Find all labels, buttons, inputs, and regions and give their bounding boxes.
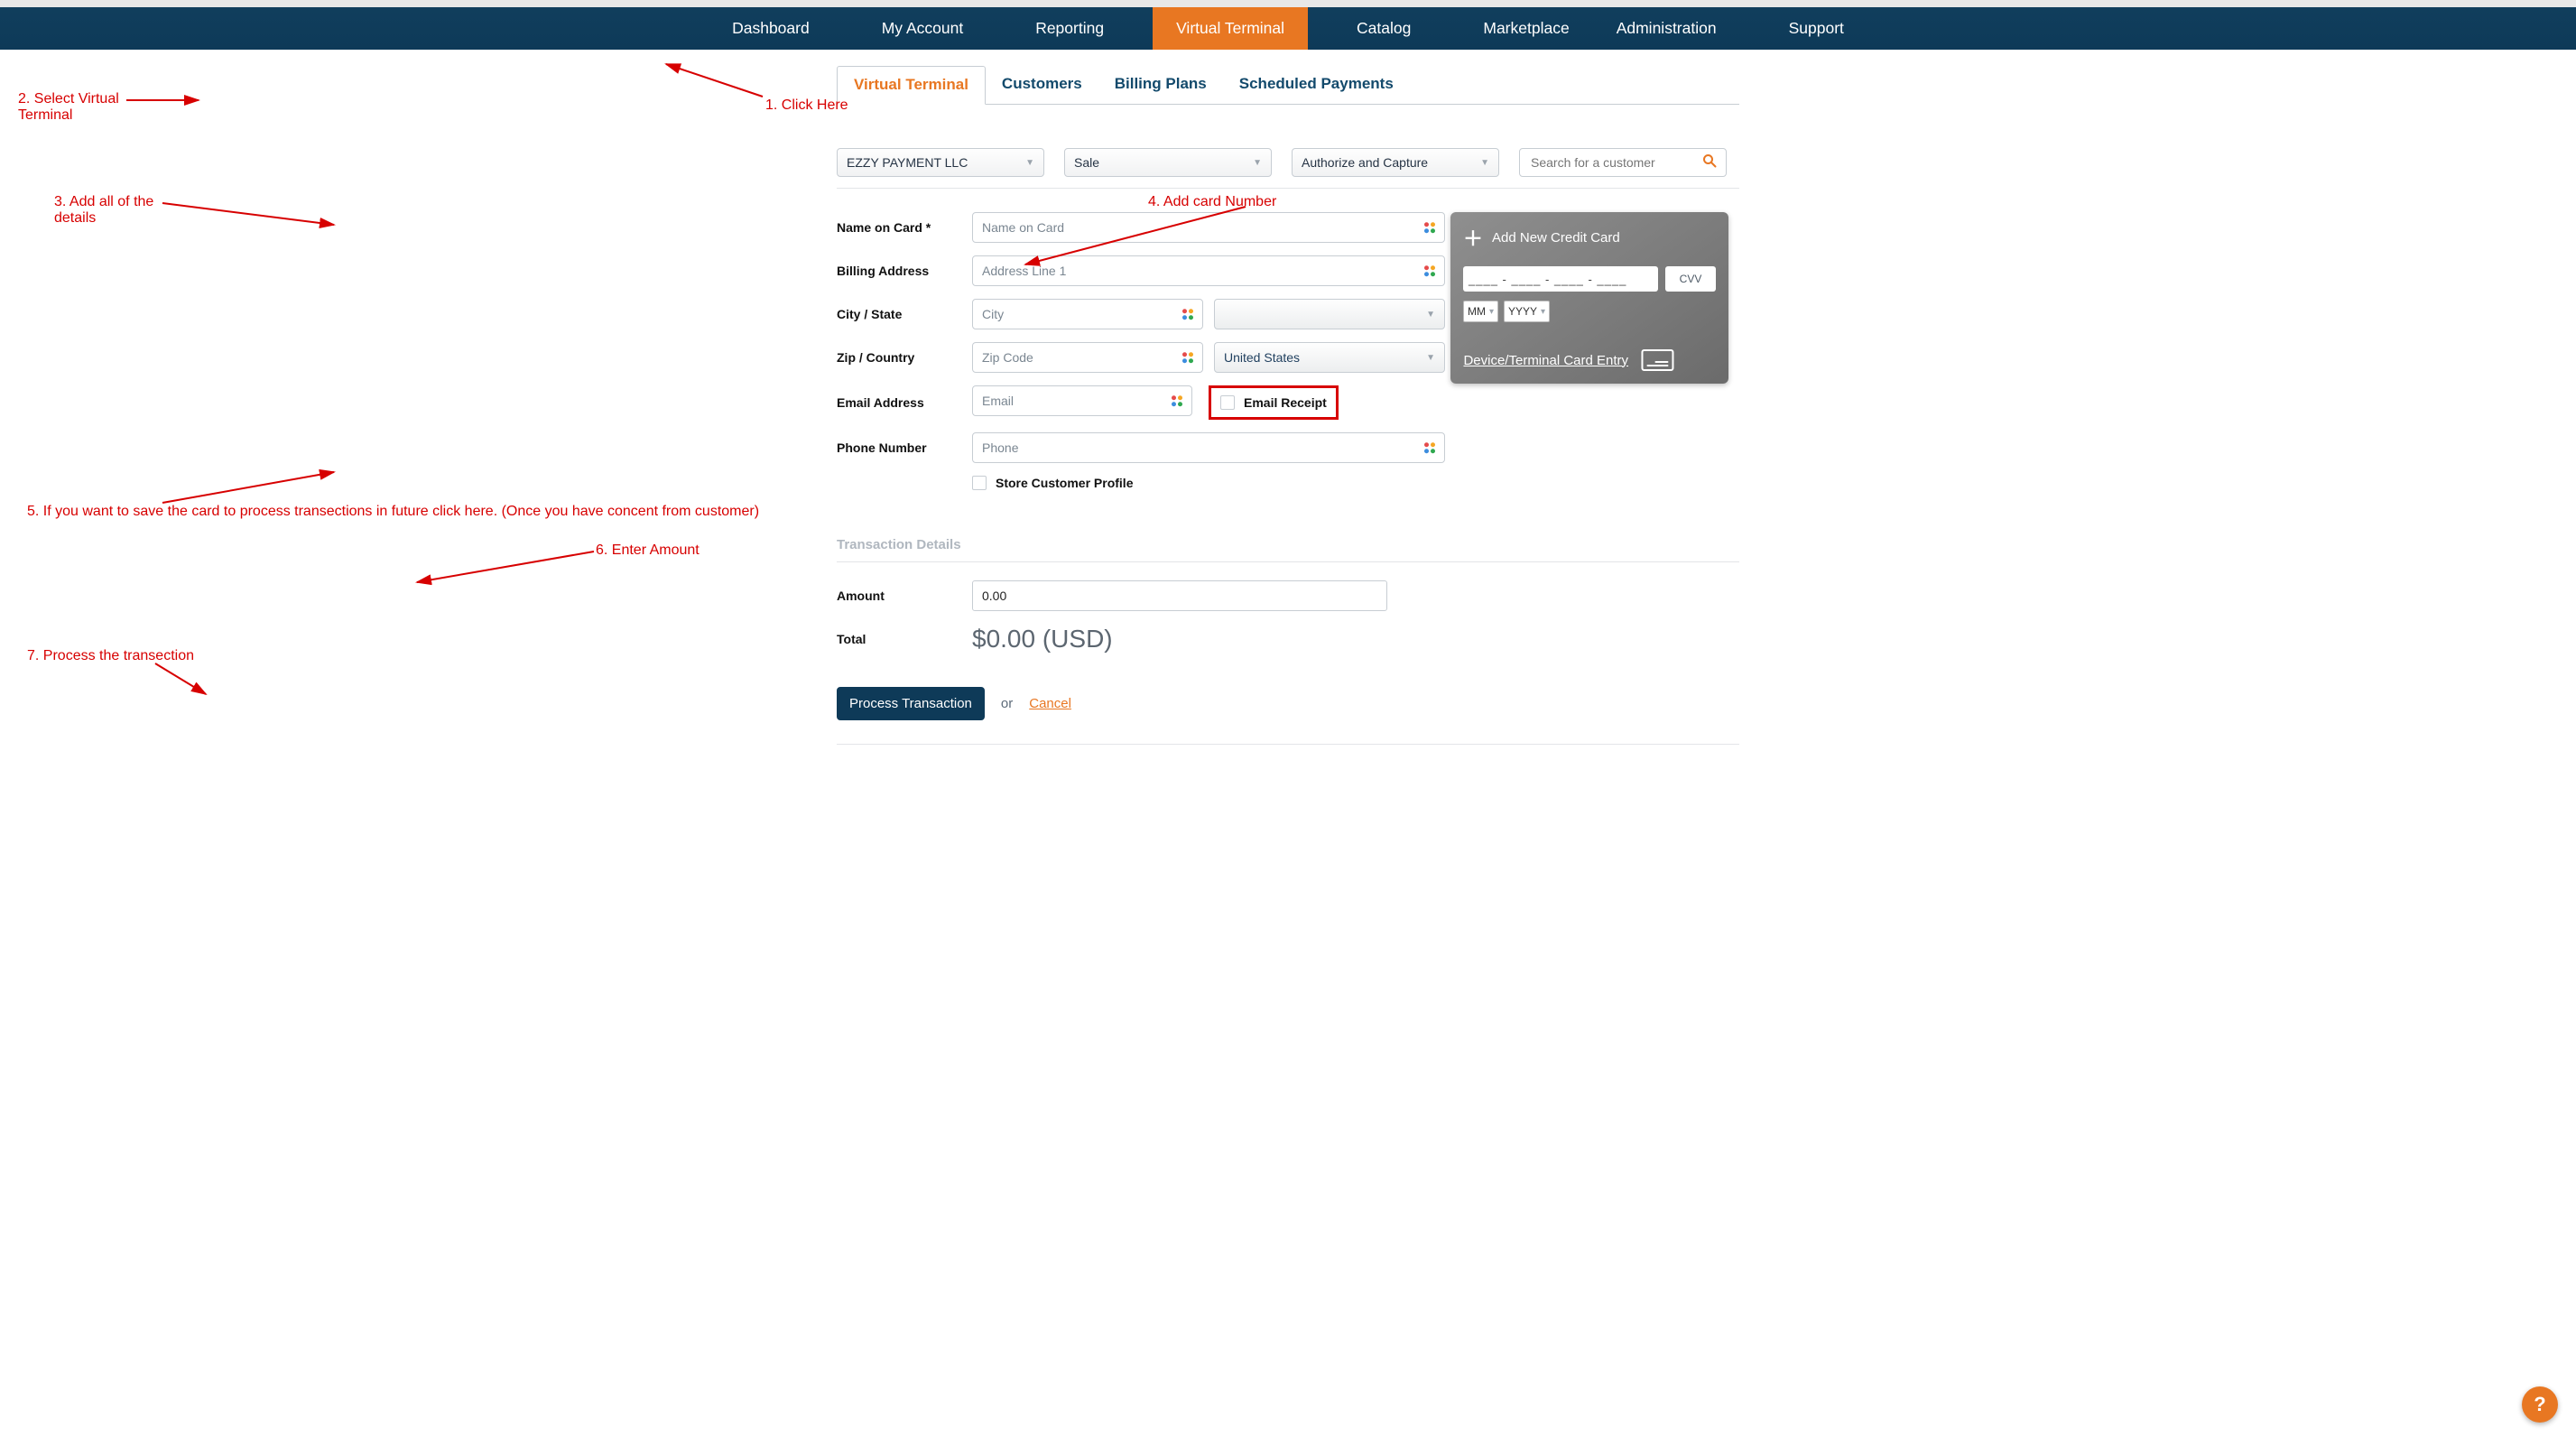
customer-search-input[interactable] (1529, 154, 1702, 171)
search-icon[interactable] (1702, 153, 1717, 172)
plus-icon[interactable]: ＋ (1463, 223, 1483, 252)
anno-6: 6. Enter Amount (596, 542, 700, 559)
merchant-select-value: EZZY PAYMENT LLC (847, 155, 968, 170)
anno-2: 2. Select Virtual Terminal (18, 91, 144, 124)
store-profile-checkbox[interactable] (972, 476, 987, 490)
state-select[interactable]: ▼ (1214, 299, 1445, 329)
merchant-select[interactable]: EZZY PAYMENT LLC ▼ (837, 148, 1044, 177)
auth-mode-value: Authorize and Capture (1302, 155, 1428, 170)
arrow-1 (650, 59, 785, 113)
arrow-3 (162, 196, 343, 230)
store-profile-option[interactable]: Store Customer Profile (972, 476, 1445, 490)
store-profile-label: Store Customer Profile (996, 476, 1133, 490)
exp-month-value: MM (1468, 305, 1486, 318)
cancel-link[interactable]: Cancel (1029, 696, 1071, 711)
process-transaction-button[interactable]: Process Transaction (837, 687, 985, 720)
phone-input[interactable]: Phone (972, 432, 1445, 463)
auth-mode-select[interactable]: Authorize and Capture ▼ (1292, 148, 1499, 177)
label-name-on-card: Name on Card * (837, 220, 972, 235)
help-button[interactable]: ? (2522, 1386, 2558, 1423)
arrow-2 (126, 93, 217, 111)
anno-5: 5. If you want to save the card to proce… (27, 504, 803, 520)
top-nav: Dashboard My Account Reporting Virtual T… (0, 0, 2576, 50)
label-billing-address: Billing Address (837, 264, 972, 278)
chevron-down-icon: ▼ (1253, 158, 1262, 168)
autofill-icon (1424, 222, 1437, 233)
tx-section-title: Transaction Details (837, 537, 1739, 562)
country-value: United States (1224, 350, 1300, 365)
customer-search[interactable] (1519, 148, 1727, 177)
tab-billing-plans[interactable]: Billing Plans (1098, 66, 1223, 104)
label-amount: Amount (837, 589, 972, 603)
exp-year-value: YYYY (1508, 305, 1537, 318)
arrow-4 (1020, 199, 1255, 272)
chevron-down-icon: ▼ (1480, 158, 1489, 168)
email-input[interactable]: Email (972, 385, 1192, 416)
arrow-7 (155, 660, 218, 700)
autofill-icon (1172, 395, 1184, 406)
cvv-input[interactable]: CVV (1665, 266, 1716, 292)
zip-input[interactable]: Zip Code (972, 342, 1203, 373)
label-phone: Phone Number (837, 440, 972, 455)
credit-card-panel: ＋ Add New Credit Card ____ - ____ - ____… (1450, 212, 1728, 384)
exp-year-select[interactable]: YYYY ▾ (1504, 301, 1550, 322)
nav-my-account[interactable]: My Account (858, 7, 987, 50)
nav-administration[interactable]: Administration (1593, 7, 1740, 50)
city-input[interactable]: City (972, 299, 1203, 329)
autofill-icon (1424, 442, 1437, 453)
autofill-icon (1182, 352, 1195, 363)
email-receipt-option[interactable]: Email Receipt (1209, 385, 1339, 420)
nav-virtual-terminal[interactable]: Virtual Terminal (1153, 7, 1308, 50)
nav-support[interactable]: Support (1765, 7, 1867, 50)
or-text: or (1001, 696, 1013, 711)
email-receipt-checkbox[interactable] (1220, 395, 1235, 410)
phone-placeholder: Phone (982, 440, 1018, 455)
txn-type-value: Sale (1074, 155, 1099, 170)
chevron-down-icon: ▾ (1489, 307, 1494, 317)
tab-virtual-terminal[interactable]: Virtual Terminal (837, 66, 986, 105)
label-total: Total (837, 632, 972, 646)
autofill-icon (1182, 309, 1195, 320)
tab-scheduled-payments[interactable]: Scheduled Payments (1223, 66, 1410, 104)
device-link-label: Device/Terminal Card Entry (1463, 353, 1628, 368)
transaction-details: Transaction Details Amount 0.00 Total $0… (837, 537, 1739, 745)
arrow-5 (162, 468, 343, 506)
email-placeholder: Email (982, 394, 1014, 408)
chevron-down-icon: ▾ (1541, 307, 1545, 317)
exp-month-select[interactable]: MM ▾ (1463, 301, 1498, 322)
anno-3: 3. Add all of the details (54, 194, 181, 227)
chevron-down-icon: ▼ (1426, 310, 1435, 320)
total-value: $0.00 (USD) (972, 625, 1113, 654)
arrow-6 (413, 548, 603, 588)
tab-customers[interactable]: Customers (986, 66, 1098, 104)
card-panel-title: Add New Credit Card (1492, 230, 1620, 246)
card-number-input[interactable]: ____ - ____ - ____ - ____ (1463, 266, 1658, 292)
nav-catalog[interactable]: Catalog (1333, 7, 1434, 50)
subtabs: Virtual Terminal Customers Billing Plans… (837, 66, 1739, 105)
filter-row: EZZY PAYMENT LLC ▼ Sale ▼ Authorize and … (837, 148, 1739, 189)
email-receipt-label: Email Receipt (1244, 395, 1327, 410)
chevron-down-icon: ▼ (1025, 158, 1034, 168)
city-placeholder: City (982, 307, 1004, 321)
amount-input[interactable]: 0.00 (972, 580, 1387, 611)
nav-reporting[interactable]: Reporting (1012, 7, 1127, 50)
autofill-icon (1424, 265, 1437, 276)
device-terminal-link[interactable]: Device/Terminal Card Entry (1463, 349, 1673, 371)
card-number-mask: ____ - ____ - ____ - ____ (1469, 273, 1626, 286)
nav-marketplace[interactable]: Marketplace (1459, 7, 1592, 50)
zip-placeholder: Zip Code (982, 350, 1033, 365)
txn-type-select[interactable]: Sale ▼ (1064, 148, 1272, 177)
chevron-down-icon: ▼ (1426, 353, 1435, 363)
nav-dashboard[interactable]: Dashboard (709, 7, 833, 50)
label-zip-country: Zip / Country (837, 350, 972, 365)
card-reader-icon (1641, 349, 1673, 371)
country-select[interactable]: United States ▼ (1214, 342, 1445, 373)
label-city-state: City / State (837, 307, 972, 321)
label-email: Email Address (837, 395, 972, 410)
